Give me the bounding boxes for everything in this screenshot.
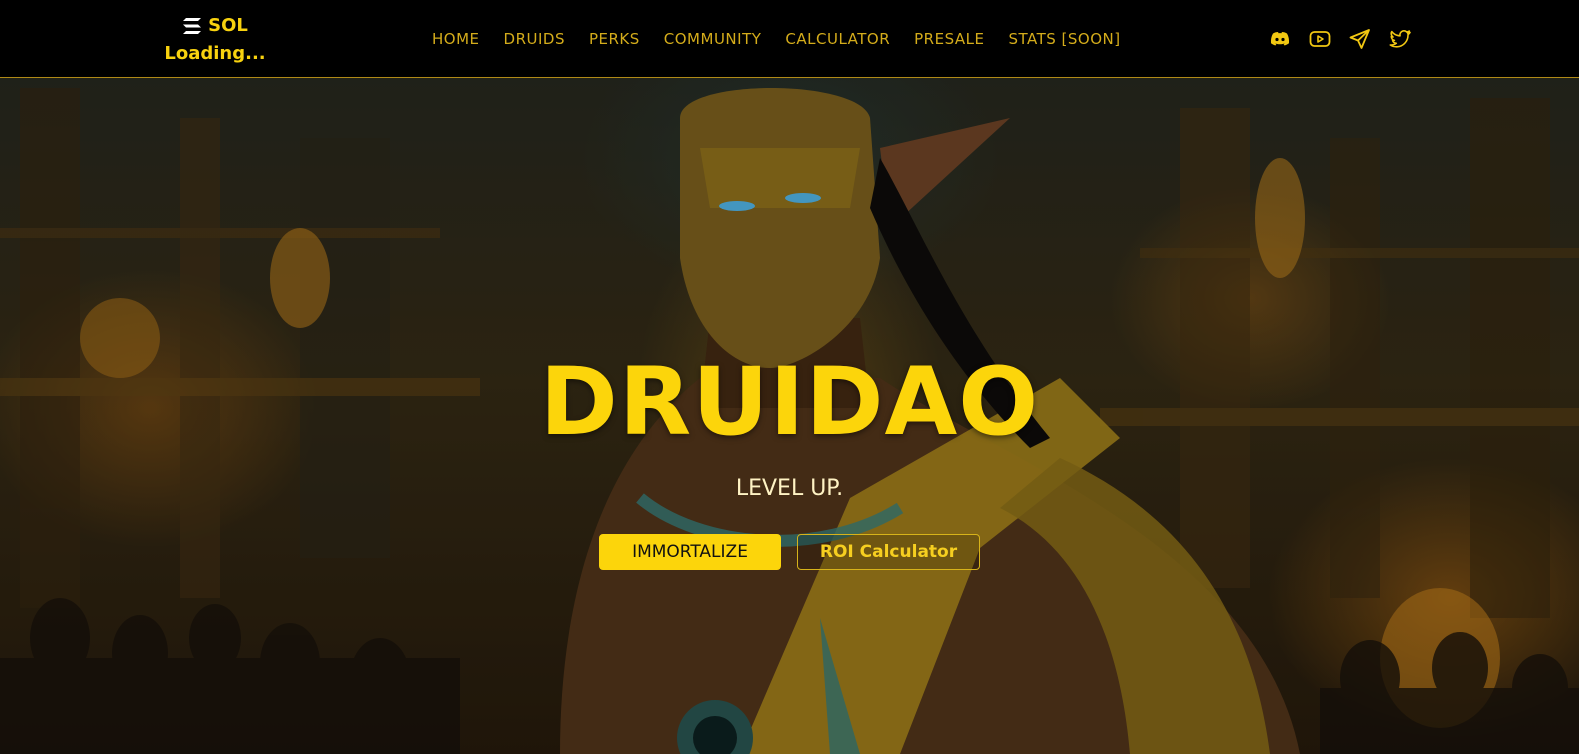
hero-buttons: IMMORTALIZE ROI Calculator [0,534,1579,570]
hero-subtitle: LEVEL UP. [735,476,844,501]
nav-perks[interactable]: PERKS [589,30,640,48]
nav-druids[interactable]: DRUIDS [504,30,565,48]
nav-calculator[interactable]: CALCULATOR [785,30,890,48]
sol-label: SOL [208,15,248,36]
nav-stats[interactable]: STATS [SOON] [1008,30,1120,48]
hero-content: DRUIDAO LEVEL UP. IMMORTALIZE ROI Calcul… [0,348,1579,570]
social-links [1268,0,1412,78]
nav-home[interactable]: HOME [432,30,480,48]
hero-title: DRUIDAO [539,348,1040,457]
nav-presale[interactable]: PRESALE [914,30,984,48]
sol-price: Loading... [164,43,266,64]
telegram-icon[interactable] [1348,27,1372,51]
hero-section: DRUIDAO LEVEL UP. IMMORTALIZE ROI Calcul… [0,78,1579,754]
nav-community[interactable]: COMMUNITY [664,30,762,48]
roi-calculator-button[interactable]: ROI Calculator [797,534,980,570]
main-nav: HOME DRUIDS PERKS COMMUNITY CALCULATOR P… [432,0,1121,78]
solana-icon [183,18,202,34]
youtube-icon[interactable] [1308,27,1332,51]
immortalize-button[interactable]: IMMORTALIZE [599,534,781,570]
discord-icon[interactable] [1268,27,1292,51]
top-navbar: SOL Loading... HOME DRUIDS PERKS COMMUNI… [0,0,1579,78]
twitter-icon[interactable] [1388,27,1412,51]
sol-price-widget: SOL Loading... [160,12,270,68]
